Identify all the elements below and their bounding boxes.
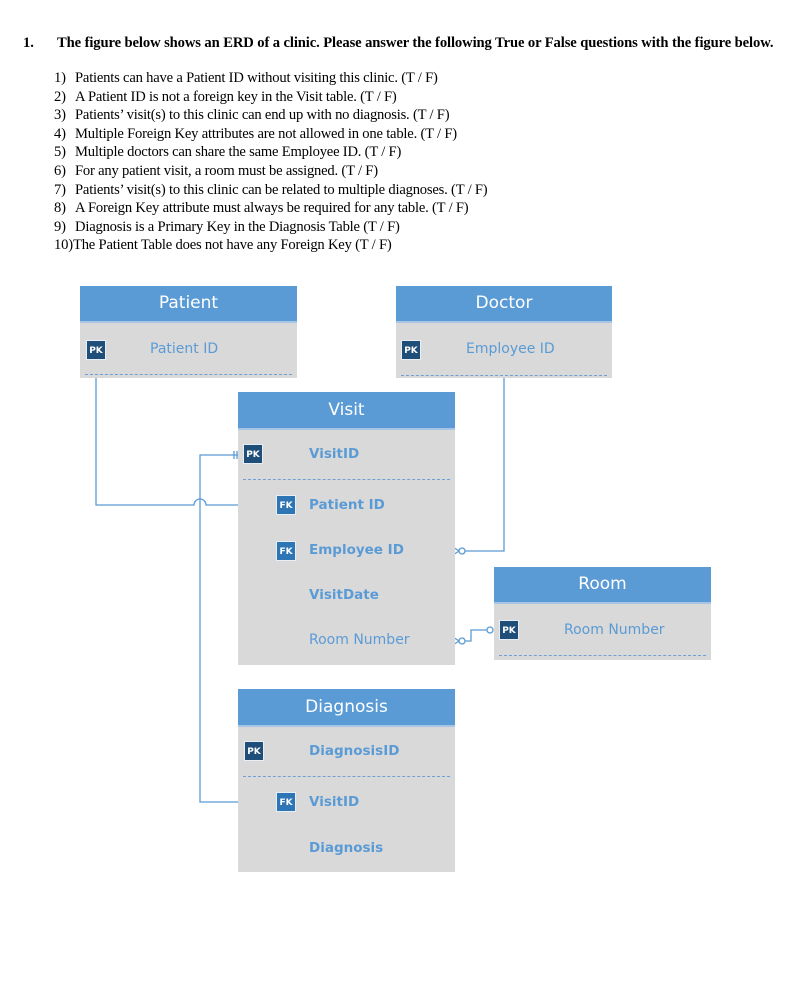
divider	[243, 776, 450, 777]
zero-marker	[458, 547, 466, 555]
entity-visit[interactable]: Visit PK VisitID FK Patient ID FK Employ…	[238, 392, 455, 665]
entity-doctor[interactable]: Doctor PK Employee ID	[396, 286, 612, 378]
divider	[243, 479, 450, 480]
entity-room[interactable]: Room PK Room Number	[494, 567, 711, 660]
attribute-diagnosis: Diagnosis	[309, 840, 384, 856]
attribute-patient-id: Patient ID	[309, 497, 385, 513]
attribute-visit-id: VisitID	[309, 446, 360, 462]
pk-badge: PK	[244, 741, 264, 761]
attribute-diagnosis-id: DiagnosisID	[309, 743, 400, 759]
rel-patient-visit	[95, 378, 260, 506]
entity-title: Diagnosis	[238, 689, 455, 727]
pk-badge: PK	[243, 444, 263, 464]
divider	[85, 374, 292, 375]
fk-badge: FK	[276, 792, 296, 812]
entity-title: Doctor	[396, 286, 612, 323]
entity-title: Visit	[238, 392, 455, 430]
attribute-employee-id: Employee ID	[466, 341, 555, 357]
entity-diagnosis[interactable]: Diagnosis PK DiagnosisID FK VisitID Diag…	[238, 689, 455, 872]
pk-badge: PK	[86, 340, 106, 360]
attribute-visit-id: VisitID	[309, 794, 360, 810]
entity-patient[interactable]: Patient PK Patient ID	[80, 286, 297, 378]
attribute-employee-id: Employee ID	[309, 542, 404, 558]
rel-doctor-visit	[465, 376, 505, 552]
zero-marker	[458, 637, 466, 645]
divider	[401, 375, 607, 376]
attribute-visit-date: VisitDate	[309, 587, 379, 603]
rel-room-visit	[465, 629, 487, 642]
divider	[499, 655, 706, 656]
entity-title: Room	[494, 567, 711, 604]
attribute-room-number: Room Number	[564, 622, 665, 638]
attribute-room-number: Room Number	[309, 632, 410, 648]
zero-marker	[486, 626, 494, 634]
entity-title: Patient	[80, 286, 297, 323]
attribute-patient-id: Patient ID	[150, 341, 219, 357]
pk-badge: PK	[499, 620, 519, 640]
pk-badge: PK	[401, 340, 421, 360]
fk-badge: FK	[276, 495, 296, 515]
fk-badge: FK	[276, 541, 296, 561]
